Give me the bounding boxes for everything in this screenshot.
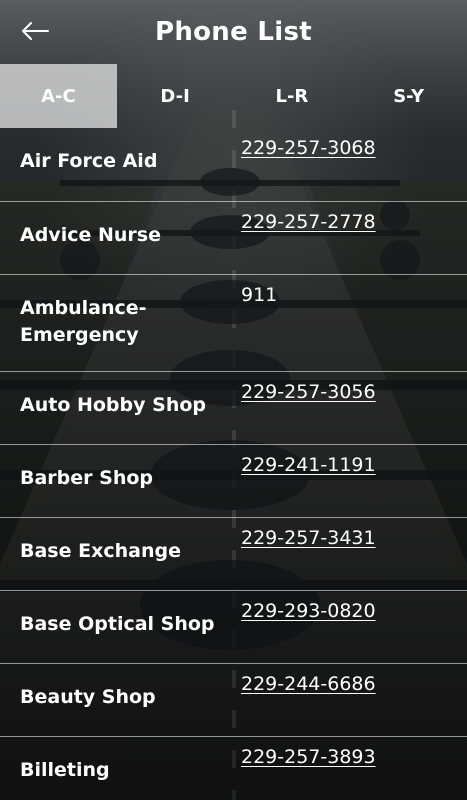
entry-name: Base Optical Shop	[20, 613, 215, 635]
list-item: Barber Shop 229-241-1191	[0, 445, 467, 518]
phone-link[interactable]: 229-293-0820	[241, 599, 376, 623]
phone-number: 911	[241, 284, 278, 306]
phone-list-screen: Phone List A-C D-I L-R S-Y Air Force Aid…	[0, 0, 467, 800]
tab-s-y[interactable]: S-Y	[350, 64, 467, 128]
phone-link[interactable]: 229-257-3056	[241, 380, 376, 404]
tab-l-r[interactable]: L-R	[234, 64, 351, 128]
phone-link[interactable]: 229-257-3893	[241, 745, 376, 769]
entry-name: Base Exchange	[20, 540, 181, 562]
entry-name: Billeting	[20, 759, 110, 781]
entry-name: Ambulance-Emergency	[20, 297, 147, 346]
list-item: Base Optical Shop 229-293-0820	[0, 591, 467, 664]
list-item: Auto Hobby Shop 229-257-3056	[0, 372, 467, 445]
entry-name: Beauty Shop	[20, 686, 156, 708]
phone-link[interactable]: 229-257-3431	[241, 526, 376, 550]
entry-name: Air Force Aid	[20, 150, 158, 172]
phone-link[interactable]: 229-257-2778	[241, 210, 376, 234]
arrow-left-icon	[22, 22, 49, 40]
list-item: Billeting 229-257-3893	[0, 737, 467, 800]
entry-name: Barber Shop	[20, 467, 154, 489]
list-item: Ambulance-Emergency 911	[0, 275, 467, 372]
phone-link[interactable]: 229-257-3068	[241, 136, 376, 160]
phone-link[interactable]: 229-241-1191	[241, 453, 376, 477]
list-item: Air Force Aid 229-257-3068	[0, 128, 467, 202]
list-item: Base Exchange 229-257-3431	[0, 518, 467, 591]
tab-a-c[interactable]: A-C	[0, 64, 117, 128]
entry-name: Advice Nurse	[20, 224, 161, 246]
alphabet-tabs: A-C D-I L-R S-Y	[0, 64, 467, 128]
tab-d-i[interactable]: D-I	[117, 64, 234, 128]
back-button[interactable]	[18, 14, 52, 48]
entry-name: Auto Hobby Shop	[20, 394, 207, 416]
phone-link[interactable]: 229-244-6686	[241, 672, 376, 696]
page-title: Phone List	[154, 17, 312, 47]
list-item: Beauty Shop 229-244-6686	[0, 664, 467, 737]
header: Phone List	[0, 0, 467, 64]
list-item: Advice Nurse 229-257-2778	[0, 202, 467, 275]
phone-list: Air Force Aid 229-257-3068 Advice Nurse …	[0, 128, 467, 800]
